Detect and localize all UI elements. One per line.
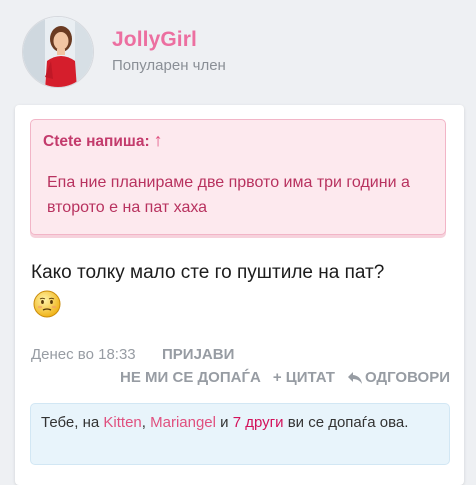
username-link[interactable]: JollyGirl bbox=[112, 28, 197, 52]
post-message: Како толку мало сте го пуштиле на пат? bbox=[31, 262, 385, 283]
user-title: Популарен член bbox=[112, 57, 226, 74]
post-actions: НЕ МИ СЕ ДОПАЃА + ЦИТАТ ОДГОВОРИ bbox=[120, 369, 450, 386]
liker-link-kitten[interactable]: Kitten bbox=[103, 414, 141, 431]
quote-author: Ctete напиша: bbox=[43, 133, 150, 150]
post-timestamp: Денес во 18:33 bbox=[31, 346, 136, 363]
likes-prefix: Тебе, на bbox=[41, 414, 100, 431]
dislike-button[interactable]: НЕ МИ СЕ ДОПАЃА bbox=[120, 369, 261, 386]
avatar[interactable] bbox=[22, 16, 94, 88]
jump-to-quote-arrow-icon[interactable]: ↑ bbox=[154, 130, 163, 151]
quote-label: + ЦИТАТ bbox=[272, 369, 335, 386]
likes-summary: Тебе, на Kitten, Mariangel и 7 други ви … bbox=[30, 403, 450, 465]
reply-label: ОДГОВОРИ bbox=[364, 369, 450, 386]
likes-and: и bbox=[220, 414, 229, 431]
reply-button[interactable]: ОДГОВОРИ bbox=[347, 369, 450, 386]
likes-separator: , bbox=[141, 414, 146, 431]
other-likers-link[interactable]: 7 други bbox=[233, 414, 284, 431]
post-author-header: JollyGirl Популарен член bbox=[0, 0, 476, 104]
quote-button[interactable]: + ЦИТАТ bbox=[273, 369, 335, 386]
quote-block: Ctete напиша: ↑ Епа ние планираме две прв… bbox=[30, 119, 446, 235]
quote-header: Ctete напиша: ↑ bbox=[43, 130, 163, 151]
quote-text: Епа ние планираме две првото има три год… bbox=[47, 174, 410, 216]
dislike-label: НЕ МИ СЕ ДОПАЃА bbox=[120, 369, 261, 386]
post-card: Ctete напиша: ↑ Епа ние планираме две прв… bbox=[15, 105, 464, 485]
avatar-image bbox=[23, 17, 93, 87]
liker-link-mariangel[interactable]: Mariangel bbox=[150, 414, 216, 431]
report-link[interactable]: ПРИЈАВИ bbox=[162, 346, 234, 363]
reply-arrow-icon bbox=[347, 371, 362, 384]
embarrassed-face-icon bbox=[33, 290, 61, 318]
likes-suffix: ви се допаѓа ова. bbox=[287, 414, 409, 431]
